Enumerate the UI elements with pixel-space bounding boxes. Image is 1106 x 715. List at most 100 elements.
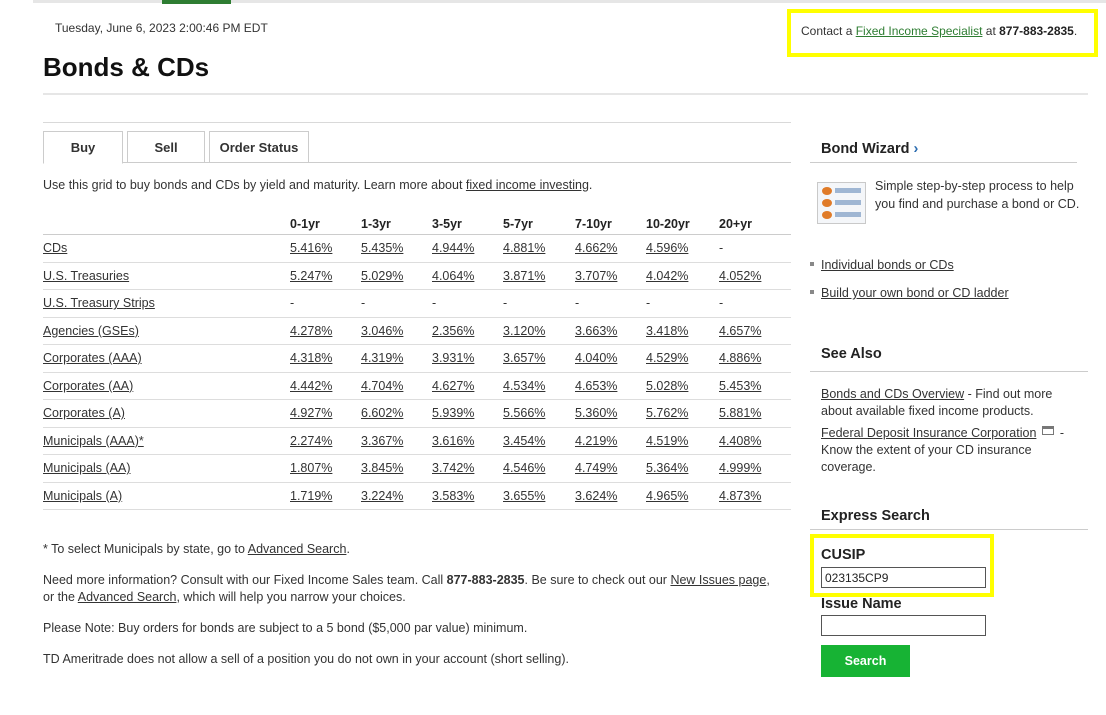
column-header: 7-10yr: [575, 217, 612, 231]
yield-link[interactable]: 5.453%: [719, 379, 761, 393]
fixed-income-investing-link[interactable]: fixed income investing: [466, 178, 589, 192]
bonds-cds-overview-link[interactable]: Bonds and CDs Overview: [821, 387, 964, 401]
wizard-link-item: Build your own bond or CD ladder: [810, 286, 1009, 300]
bond-type-link[interactable]: Municipals (AA): [43, 461, 131, 475]
yield-link[interactable]: 4.064%: [432, 269, 474, 283]
yield-link[interactable]: 4.662%: [575, 241, 617, 255]
bond-type-link[interactable]: Corporates (AA): [43, 379, 133, 393]
yield-link[interactable]: 3.454%: [503, 434, 545, 448]
yield-link[interactable]: 3.616%: [432, 434, 474, 448]
advanced-search-link-2[interactable]: Advanced Search: [78, 590, 177, 604]
individual-bonds-link[interactable]: Individual bonds or CDs: [821, 258, 954, 272]
table-row: Corporates (AAA) 4.318% 4.319% 3.931% 3.657%…: [43, 345, 791, 373]
yield-link[interactable]: 6.602%: [361, 406, 403, 420]
yield-link[interactable]: 3.624%: [575, 489, 617, 503]
yield-link[interactable]: 4.534%: [503, 379, 545, 393]
tab-sell[interactable]: Sell: [127, 131, 205, 163]
bond-type-link[interactable]: Corporates (AAA): [43, 351, 142, 365]
yield-link[interactable]: 3.224%: [361, 489, 403, 503]
tab-order-status[interactable]: Order Status: [209, 131, 309, 163]
yield-link[interactable]: 5.028%: [646, 379, 688, 393]
yield-link[interactable]: 4.886%: [719, 351, 761, 365]
bond-wizard-heading[interactable]: Bond Wizard ›: [821, 141, 918, 157]
yield-link[interactable]: 4.052%: [719, 269, 761, 283]
bond-type-link[interactable]: Municipals (AAA)*: [43, 434, 144, 448]
build-ladder-link[interactable]: Build your own bond or CD ladder: [821, 286, 1009, 300]
yield-link[interactable]: 5.881%: [719, 406, 761, 420]
yield-link[interactable]: 4.749%: [575, 461, 617, 475]
yield-link[interactable]: 4.529%: [646, 351, 688, 365]
see-also-heading: See Also: [821, 346, 882, 362]
issue-name-input[interactable]: [821, 615, 986, 636]
yield-link[interactable]: 3.931%: [432, 351, 474, 365]
cusip-input[interactable]: [821, 567, 986, 588]
yield-link[interactable]: 4.927%: [290, 406, 332, 420]
yield-link[interactable]: 5.762%: [646, 406, 688, 420]
new-issues-link[interactable]: New Issues page: [670, 573, 766, 587]
yield-link[interactable]: 2.274%: [290, 434, 332, 448]
yield-link[interactable]: 4.873%: [719, 489, 761, 503]
yield-link[interactable]: 5.360%: [575, 406, 617, 420]
yield-link[interactable]: 4.596%: [646, 241, 688, 255]
advanced-search-link[interactable]: Advanced Search: [248, 542, 347, 556]
yield-link[interactable]: 4.318%: [290, 351, 332, 365]
yield-link[interactable]: 4.219%: [575, 434, 617, 448]
fixed-income-specialist-link[interactable]: Fixed Income Specialist: [856, 24, 983, 38]
yield-link[interactable]: 4.999%: [719, 461, 761, 475]
see-also-item: Bonds and CDs Overview - Find out more a…: [821, 386, 1083, 420]
yield-link[interactable]: 5.364%: [646, 461, 688, 475]
contact-suffix: .: [1073, 24, 1078, 38]
search-button[interactable]: Search: [821, 645, 910, 677]
yield-link[interactable]: 4.627%: [432, 379, 474, 393]
tab-buy[interactable]: Buy: [43, 131, 123, 164]
yield-link[interactable]: 4.040%: [575, 351, 617, 365]
yield-link[interactable]: 1.719%: [290, 489, 332, 503]
bond-type-link[interactable]: Municipals (A): [43, 489, 122, 503]
note2-suffix: , which will help you narrow your choice…: [176, 590, 406, 604]
bond-wizard-description: Simple step-by-step process to help you …: [875, 179, 1080, 211]
yield-link[interactable]: 4.042%: [646, 269, 688, 283]
yield-link[interactable]: 4.657%: [719, 324, 761, 338]
yield-link[interactable]: 4.519%: [646, 434, 688, 448]
yield-link[interactable]: 5.939%: [432, 406, 474, 420]
yield-link[interactable]: 3.418%: [646, 324, 688, 338]
bond-wizard-rule: [810, 162, 1077, 163]
yield-link[interactable]: 3.657%: [503, 351, 545, 365]
bond-type-link[interactable]: U.S. Treasuries: [43, 269, 129, 283]
fdic-link[interactable]: Federal Deposit Insurance Corporation: [821, 426, 1036, 440]
yield-link[interactable]: 5.416%: [290, 241, 332, 255]
yield-link[interactable]: 1.807%: [290, 461, 332, 475]
yield-link[interactable]: 5.566%: [503, 406, 545, 420]
yield-link[interactable]: 4.881%: [503, 241, 545, 255]
yield-link[interactable]: 5.435%: [361, 241, 403, 255]
yield-link[interactable]: 3.583%: [432, 489, 474, 503]
yield-link[interactable]: 4.278%: [290, 324, 332, 338]
yield-link[interactable]: 4.319%: [361, 351, 403, 365]
bond-type-link[interactable]: Corporates (A): [43, 406, 125, 420]
yield-link[interactable]: 3.707%: [575, 269, 617, 283]
yield-link[interactable]: 5.029%: [361, 269, 403, 283]
yield-link[interactable]: 4.408%: [719, 434, 761, 448]
bond-type-link[interactable]: Agencies (GSEs): [43, 324, 139, 338]
yield-link[interactable]: 4.653%: [575, 379, 617, 393]
yield-link[interactable]: 4.965%: [646, 489, 688, 503]
yield-link[interactable]: 3.046%: [361, 324, 403, 338]
yield-link[interactable]: 3.120%: [503, 324, 545, 338]
yield-link[interactable]: 3.367%: [361, 434, 403, 448]
table-row: U.S. Treasury Strips - - - - - - -: [43, 290, 791, 318]
yield-link[interactable]: 2.356%: [432, 324, 474, 338]
bond-type-link[interactable]: CDs: [43, 241, 67, 255]
yield-link[interactable]: 3.871%: [503, 269, 545, 283]
yield-link[interactable]: 4.944%: [432, 241, 474, 255]
yield-link[interactable]: 3.845%: [361, 461, 403, 475]
yield-link[interactable]: 3.742%: [432, 461, 474, 475]
yield-link[interactable]: 3.663%: [575, 324, 617, 338]
yield-link[interactable]: 4.704%: [361, 379, 403, 393]
yield-link[interactable]: 5.247%: [290, 269, 332, 283]
yield-link[interactable]: 3.655%: [503, 489, 545, 503]
yield-cell: -: [432, 296, 437, 311]
yield-link[interactable]: 4.546%: [503, 461, 545, 475]
bond-type-link[interactable]: U.S. Treasury Strips: [43, 296, 155, 310]
yield-link[interactable]: 4.442%: [290, 379, 332, 393]
see-also-rule: [810, 371, 1088, 372]
